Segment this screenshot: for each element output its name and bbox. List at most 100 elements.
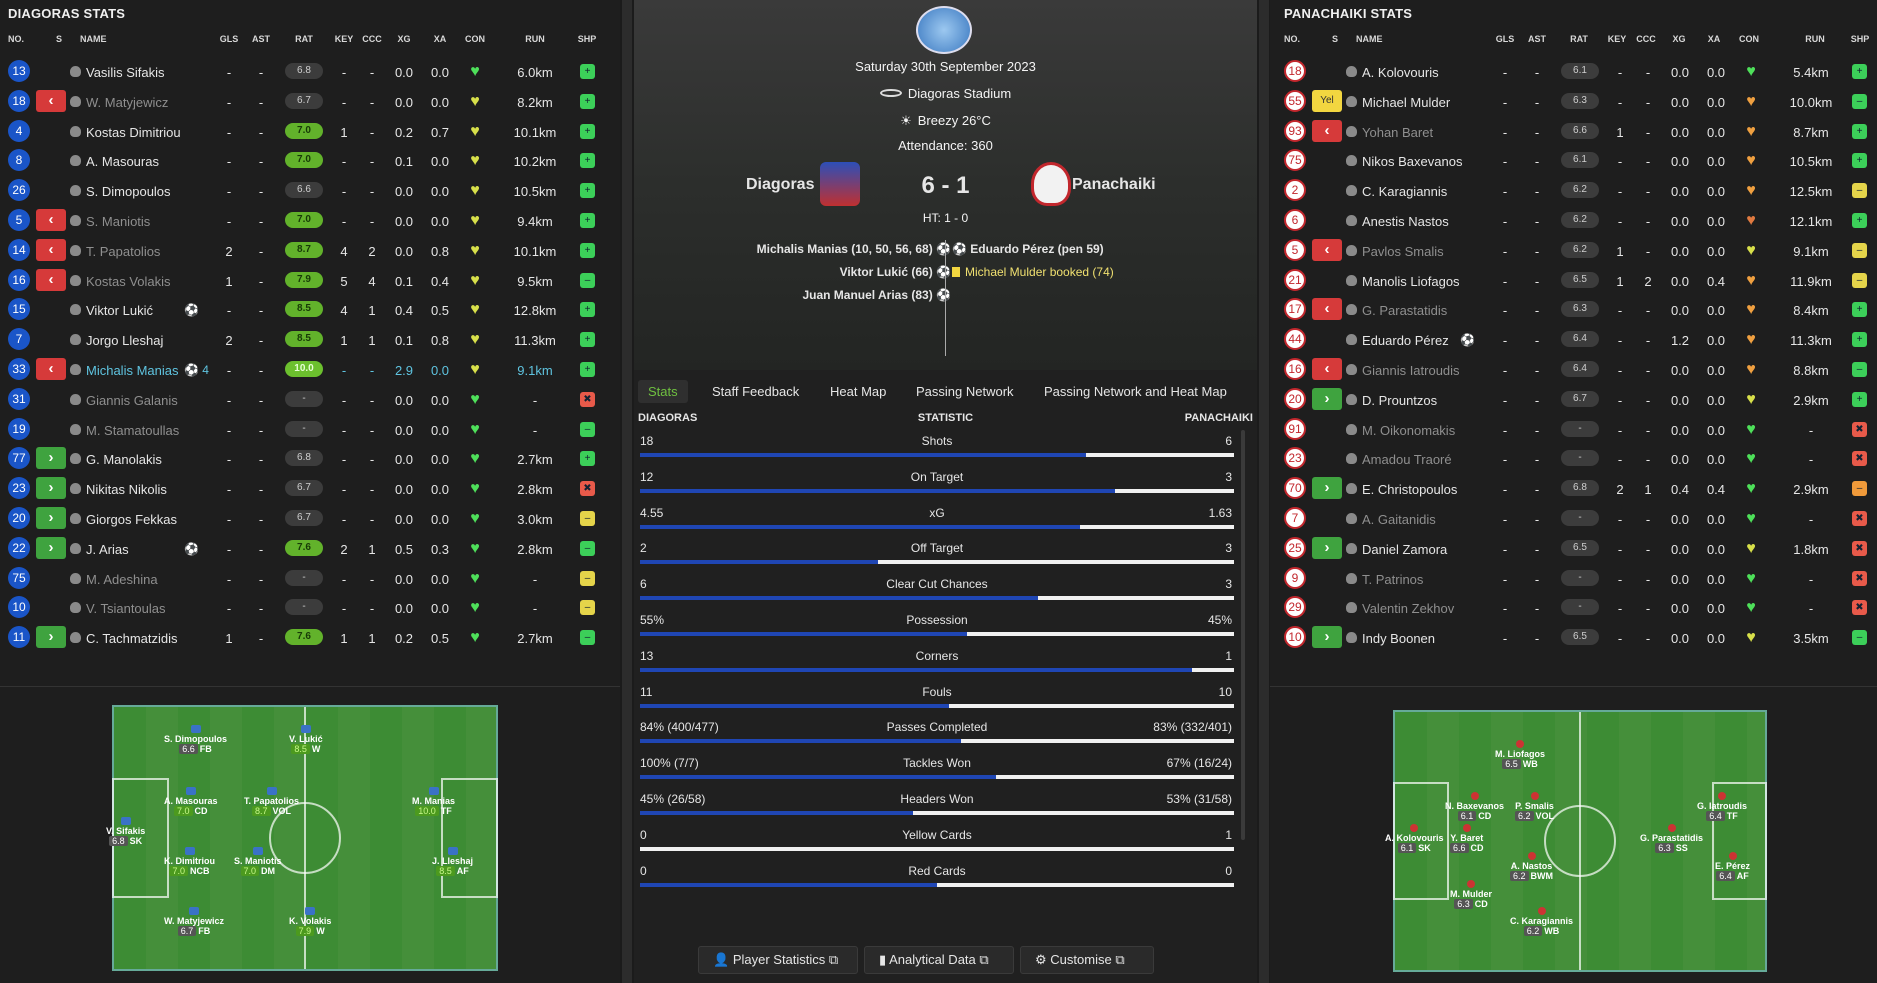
col-shp[interactable]: SHP bbox=[1846, 34, 1874, 44]
col-key[interactable]: KEY bbox=[1603, 34, 1631, 44]
player-row[interactable]: 17 ‹ G. Parastatidis - - 6.3 - - 0.0 0.0 ♥ 8.4km + bbox=[1270, 295, 1877, 325]
player-name[interactable]: G. Manolakis bbox=[86, 452, 162, 467]
col-s[interactable]: S bbox=[1332, 34, 1338, 44]
player-name[interactable]: Yohan Baret bbox=[1362, 125, 1433, 140]
col-xg[interactable]: XG bbox=[390, 34, 418, 44]
player-row[interactable]: 5 ‹ Pavlos Smalis - - 6.2 1 - 0.0 0.0 ♥ 9.1km – bbox=[1270, 236, 1877, 266]
player-name[interactable]: Vasilis Sifakis bbox=[86, 65, 165, 80]
player-name[interactable]: A. Kolovouris bbox=[1362, 65, 1439, 80]
analytical-data-button[interactable]: ▮ Analytical Data ⧉ bbox=[864, 946, 1014, 974]
customise-button[interactable]: ⚙ Customise ⧉ bbox=[1020, 946, 1154, 974]
pitch-player-marker[interactable]: A. Nastos 6.2 BWM bbox=[1510, 852, 1553, 881]
player-row[interactable]: 16 ‹ Giannis Iatroudis - - 6.4 - - 0.0 0.0 ♥ 8.8km – bbox=[1270, 355, 1877, 385]
player-row[interactable]: 33 ‹ Michalis Manias ⚽ 4 - - 10.0 - - 2.9 0.0 ♥ 9.1k… bbox=[0, 355, 620, 385]
player-row[interactable]: 19 M. Stamatoullas - - - - - 0.0 0.0 ♥ - – bbox=[0, 415, 620, 445]
player-row[interactable]: 23 › Nikitas Nikolis - - 6.7 - - 0.0 0.0 ♥ 2.8km ✖ bbox=[0, 474, 620, 504]
col-key[interactable]: KEY bbox=[330, 34, 358, 44]
player-name[interactable]: Nikos Baxevanos bbox=[1362, 154, 1462, 169]
col-name[interactable]: NAME bbox=[1356, 34, 1383, 44]
tab-heat-map[interactable]: Heat Map bbox=[830, 384, 886, 399]
player-row[interactable]: 93 ‹ Yohan Baret - - 6.6 1 - 0.0 0.0 ♥ 8.7km + bbox=[1270, 117, 1877, 147]
pitch-player-marker[interactable]: V. Lukić 8.5 W bbox=[289, 725, 323, 754]
col-gls[interactable]: GLS bbox=[218, 34, 240, 44]
player-name[interactable]: M. Oikonomakis bbox=[1362, 423, 1455, 438]
tab-passing-network[interactable]: Passing Network bbox=[916, 384, 1014, 399]
player-row[interactable]: 29 Valentin Zekhov - - - - - 0.0 0.0 ♥ - ✖ bbox=[1270, 593, 1877, 623]
col-xg[interactable]: XG bbox=[1665, 34, 1693, 44]
player-row[interactable]: 31 Giannis Galanis - - - - - 0.0 0.0 ♥ - ✖ bbox=[0, 385, 620, 415]
col-ccc[interactable]: CCC bbox=[358, 34, 386, 44]
player-name[interactable]: J. Arias bbox=[86, 542, 129, 557]
player-row[interactable]: 18 ‹ W. Matyjewicz - - 6.7 - - 0.0 0.0 ♥ 8.2km + bbox=[0, 87, 620, 117]
player-name[interactable]: Michalis Manias bbox=[86, 363, 178, 378]
player-name[interactable]: T. Patrinos bbox=[1362, 572, 1423, 587]
col-s[interactable]: S bbox=[56, 34, 62, 44]
pitch-player-marker[interactable]: N. Baxevanos 6.1 CD bbox=[1445, 792, 1504, 821]
player-name[interactable]: V. Tsiantoulas bbox=[86, 601, 166, 616]
col-con[interactable]: CON bbox=[460, 34, 490, 44]
away-team-name[interactable]: Panachaiki bbox=[1072, 176, 1156, 194]
player-name[interactable]: Giannis Galanis bbox=[86, 393, 178, 408]
tab-staff-feedback[interactable]: Staff Feedback bbox=[712, 384, 799, 399]
pitch-player-marker[interactable]: K. Volakis 7.9 W bbox=[289, 907, 331, 936]
pitch-player-marker[interactable]: G. Iatroudis 6.4 TF bbox=[1697, 792, 1747, 821]
player-name[interactable]: Indy Boonen bbox=[1362, 631, 1435, 646]
pitch-player-marker[interactable]: V. Sifakis 6.8 SK bbox=[106, 817, 145, 846]
pitch-player-marker[interactable]: C. Karagiannis 6.2 WB bbox=[1510, 907, 1573, 936]
col-no[interactable]: NO. bbox=[8, 34, 24, 44]
pitch-player-marker[interactable]: M. Manias 10.0 TF bbox=[412, 787, 455, 816]
pitch-player-marker[interactable]: K. Dimitriou 7.0 NCB bbox=[164, 847, 215, 876]
pitch-player-marker[interactable]: S. Dimopoulos 6.6 FB bbox=[164, 725, 227, 754]
player-row[interactable]: 44 Eduardo Pérez ⚽ - - 6.4 - - 1.2 0.0 ♥ 11.3km + bbox=[1270, 325, 1877, 355]
player-name[interactable]: M. Adeshina bbox=[86, 572, 158, 587]
pitch-player-marker[interactable]: Y. Baret 6.6 CD bbox=[1450, 824, 1484, 853]
player-name[interactable]: G. Parastatidis bbox=[1362, 303, 1447, 318]
player-name[interactable]: Valentin Zekhov bbox=[1362, 601, 1454, 616]
pitch-player-marker[interactable]: E. Pérez 6.4 AF bbox=[1715, 852, 1750, 881]
player-row[interactable]: 75 M. Adeshina - - - - - 0.0 0.0 ♥ - – bbox=[0, 564, 620, 594]
player-name[interactable]: Eduardo Pérez bbox=[1362, 333, 1449, 348]
col-run[interactable]: RUN bbox=[510, 34, 560, 44]
player-row[interactable]: 26 S. Dimopoulos - - 6.6 - - 0.0 0.0 ♥ 10.5km + bbox=[0, 176, 620, 206]
player-row[interactable]: 91 M. Oikonomakis - - - - - 0.0 0.0 ♥ - ✖ bbox=[1270, 415, 1877, 445]
player-row[interactable]: 4 Kostas Dimitriou - - 7.0 1 - 0.2 0.7 ♥ 10.1km + bbox=[0, 117, 620, 147]
col-gls[interactable]: GLS bbox=[1494, 34, 1516, 44]
player-name[interactable]: Anestis Nastos bbox=[1362, 214, 1449, 229]
player-name[interactable]: Giorgos Fekkas bbox=[86, 512, 177, 527]
player-row[interactable]: 77 › G. Manolakis - - 6.8 - - 0.0 0.0 ♥ 2.7km + bbox=[0, 444, 620, 474]
player-name[interactable]: Kostas Volakis bbox=[86, 274, 171, 289]
player-row[interactable]: 7 Jorgo Lleshaj 2 - 8.5 1 1 0.1 0.8 ♥ 11.3km + bbox=[0, 325, 620, 355]
player-row[interactable]: 23 Amadou Traoré - - - - - 0.0 0.0 ♥ - ✖ bbox=[1270, 444, 1877, 474]
pitch-player-marker[interactable]: M. Mulder 6.3 CD bbox=[1450, 880, 1492, 909]
col-ast[interactable]: AST bbox=[1526, 34, 1548, 44]
col-con[interactable]: CON bbox=[1734, 34, 1764, 44]
player-name[interactable]: D. Prountzos bbox=[1362, 393, 1437, 408]
player-row[interactable]: 7 A. Gaitanidis - - - - - 0.0 0.0 ♥ - ✖ bbox=[1270, 504, 1877, 534]
player-name[interactable]: Michael Mulder bbox=[1362, 95, 1450, 110]
player-name[interactable]: S. Maniotis bbox=[86, 214, 150, 229]
player-row[interactable]: 21 Manolis Liofagos - - 6.5 1 2 0.0 0.4 ♥ 11.9km – bbox=[1270, 266, 1877, 296]
player-row[interactable]: 18 A. Kolovouris - - 6.1 - - 0.0 0.0 ♥ 5.4km + bbox=[1270, 57, 1877, 87]
player-row[interactable]: 8 A. Masouras - - 7.0 - - 0.1 0.0 ♥ 10.2km + bbox=[0, 146, 620, 176]
player-name[interactable]: A. Masouras bbox=[86, 154, 159, 169]
col-ast[interactable]: AST bbox=[250, 34, 272, 44]
player-name[interactable]: Jorgo Lleshaj bbox=[86, 333, 163, 348]
player-name[interactable]: Kostas Dimitriou bbox=[86, 125, 181, 140]
player-name[interactable]: Viktor Lukić bbox=[86, 303, 153, 318]
player-name[interactable]: C. Karagiannis bbox=[1362, 184, 1447, 199]
player-name[interactable]: Daniel Zamora bbox=[1362, 542, 1447, 557]
player-row[interactable]: 10 V. Tsiantoulas - - - - - 0.0 0.0 ♥ - – bbox=[0, 593, 620, 623]
player-row[interactable]: 16 ‹ Kostas Volakis 1 - 7.9 5 4 0.1 0.4 ♥ 9.5km – bbox=[0, 266, 620, 296]
pitch-player-marker[interactable]: P. Smalis 6.2 VOL bbox=[1515, 792, 1554, 821]
player-row[interactable]: 20 › D. Prountzos - - 6.7 - - 0.0 0.0 ♥ 2.9km + bbox=[1270, 385, 1877, 415]
player-row[interactable]: 5 ‹ S. Maniotis - - 7.0 - - 0.0 0.0 ♥ 9.4km + bbox=[0, 206, 620, 236]
stats-scrollbar[interactable] bbox=[1241, 430, 1245, 840]
pitch-player-marker[interactable]: W. Matyjewicz 6.7 FB bbox=[164, 907, 224, 936]
pitch-player-marker[interactable]: J. Lleshaj 8.5 AF bbox=[432, 847, 473, 876]
col-name[interactable]: NAME bbox=[80, 34, 107, 44]
player-row[interactable]: 9 T. Patrinos - - - - - 0.0 0.0 ♥ - ✖ bbox=[1270, 564, 1877, 594]
player-name[interactable]: Pavlos Smalis bbox=[1362, 244, 1444, 259]
player-name[interactable]: C. Tachmatzidis bbox=[86, 631, 178, 646]
col-run[interactable]: RUN bbox=[1790, 34, 1840, 44]
player-name[interactable]: T. Papatolios bbox=[86, 244, 160, 259]
